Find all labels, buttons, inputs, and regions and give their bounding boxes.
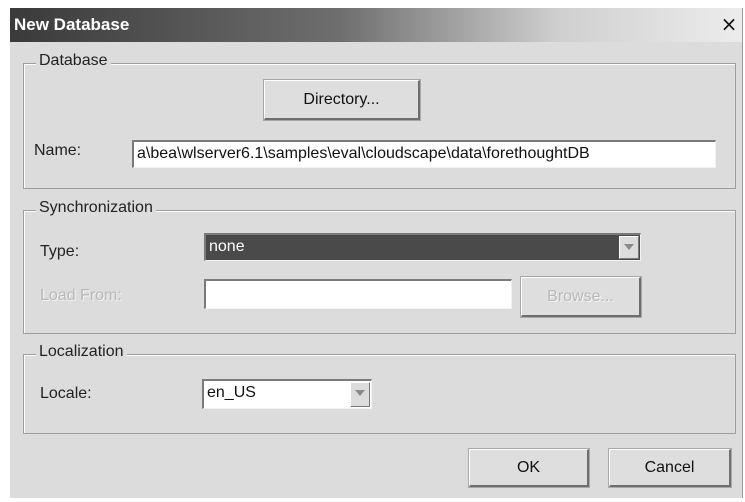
title-bar[interactable]: New Database × — [10, 8, 742, 42]
chevron-down-icon[interactable] — [619, 236, 639, 259]
database-legend: Database — [36, 52, 111, 70]
type-select-value: none — [209, 238, 245, 255]
type-label: Type: — [40, 243, 80, 260]
name-field[interactable]: a\bea\wlserver6.1\samples\eval\cloudscap… — [132, 140, 716, 168]
close-icon[interactable]: × — [718, 14, 740, 34]
locale-select-value: en_US — [207, 384, 256, 401]
name-label: Name: — [34, 142, 82, 159]
locale-select[interactable]: en_US — [202, 379, 372, 409]
chevron-down-icon[interactable] — [350, 382, 370, 407]
localization-group: Localization Locale: en_US — [23, 343, 736, 434]
window-title: New Database — [14, 15, 130, 34]
directory-button[interactable]: Directory... — [264, 80, 420, 120]
browse-button[interactable]: Browse... — [521, 277, 641, 317]
synchronization-group: Synchronization Type: none Load From: Br… — [23, 199, 736, 334]
cancel-button[interactable]: Cancel — [609, 449, 731, 487]
database-group: Database Directory... Name: a\bea\wlserv… — [23, 52, 736, 189]
locale-label: Locale: — [40, 385, 92, 402]
load-from-label: Load From: — [40, 287, 122, 304]
load-from-field[interactable] — [204, 279, 512, 309]
synchronization-legend: Synchronization — [36, 199, 156, 217]
localization-legend: Localization — [36, 343, 127, 361]
type-select[interactable]: none — [204, 233, 641, 261]
new-database-dialog: New Database × Database Directory... Nam… — [10, 8, 743, 498]
ok-button[interactable]: OK — [469, 449, 589, 487]
